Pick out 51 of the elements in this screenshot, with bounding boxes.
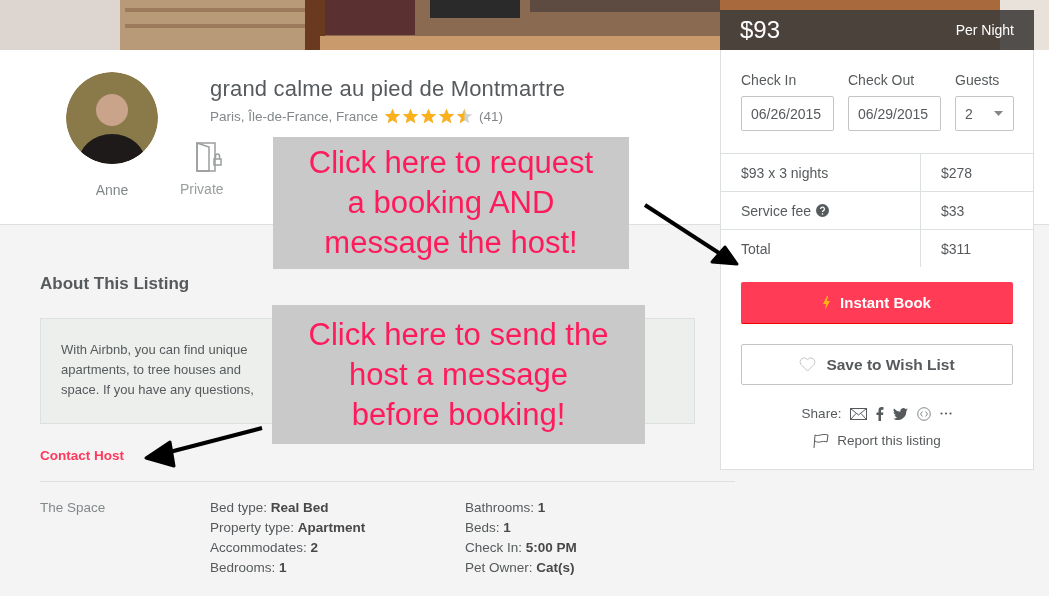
flag-icon <box>813 433 830 448</box>
instant-book-button[interactable]: Instant Book <box>741 282 1013 324</box>
detail-line: Bathrooms: 1 <box>465 499 547 517</box>
price-unit: Per Night <box>955 22 1014 38</box>
section-heading: About This Listing <box>40 274 191 294</box>
nightly-price: $93 <box>740 16 781 44</box>
guests-select[interactable]: 2 <box>955 96 1014 131</box>
price-amount: $278 <box>940 164 973 181</box>
detail-line: Beds: 1 <box>465 519 512 537</box>
more-icon[interactable] <box>940 412 953 415</box>
star-icon <box>384 108 402 125</box>
door-icon <box>195 141 223 173</box>
help-icon[interactable] <box>816 204 830 217</box>
annotation-note: Click here to request a booking AND message the host! <box>273 137 629 269</box>
description: With Airbnb, you can find unique apartments, to tree houses and space. If you have any questions, <box>61 341 254 399</box>
detail-line: Check In: 5:00 PM <box>465 539 578 557</box>
amenity-label: Private <box>180 181 224 197</box>
section-label: The Space <box>40 499 107 517</box>
star-icon <box>438 108 456 125</box>
star-icon <box>420 108 438 125</box>
star-icon <box>402 108 420 125</box>
annotation-note: Click here to send the host a message before booking! <box>272 305 645 444</box>
price-amount: $311 <box>940 240 972 257</box>
detail-line: Property type: Apartment <box>210 519 367 537</box>
price-label: Service fee <box>741 202 812 219</box>
detail-line: Bed type: Real Bed <box>210 499 330 517</box>
detail-line: Pet Owner: Cat(s) <box>465 559 576 577</box>
heart-icon <box>799 357 817 372</box>
review-count[interactable]: (41) <box>479 109 504 124</box>
price-label: $93 x 3 nights <box>741 164 829 181</box>
date-field[interactable]: 06/26/2015 <box>741 96 834 131</box>
caret-icon <box>994 111 1003 116</box>
field-label: Check Out <box>848 72 916 88</box>
field-label: Check In <box>741 72 798 88</box>
price-amount: $33 <box>940 202 965 219</box>
wish-list-button[interactable]: Save to Wish List <box>741 344 1013 385</box>
star-icon <box>456 108 474 125</box>
share-label: Share: <box>801 406 842 421</box>
listing-title: grand calme au pied de Montmartre <box>210 76 566 102</box>
email-icon[interactable] <box>850 407 868 420</box>
report-link[interactable]: Report this listing <box>837 433 941 448</box>
price-label: Total <box>741 240 771 257</box>
detail-line: Accommodates: 2 <box>210 539 320 557</box>
lightning-icon <box>823 295 831 310</box>
twitter-icon[interactable] <box>893 407 909 420</box>
detail-line: Bedrooms: 1 <box>210 559 288 577</box>
date-field[interactable]: 06/29/2015 <box>848 96 941 131</box>
facebook-icon[interactable] <box>876 406 885 421</box>
host-name[interactable]: Anne <box>95 182 129 198</box>
location: Paris, Île-de-France, France <box>210 109 379 124</box>
field-label: Guests <box>955 72 1001 88</box>
